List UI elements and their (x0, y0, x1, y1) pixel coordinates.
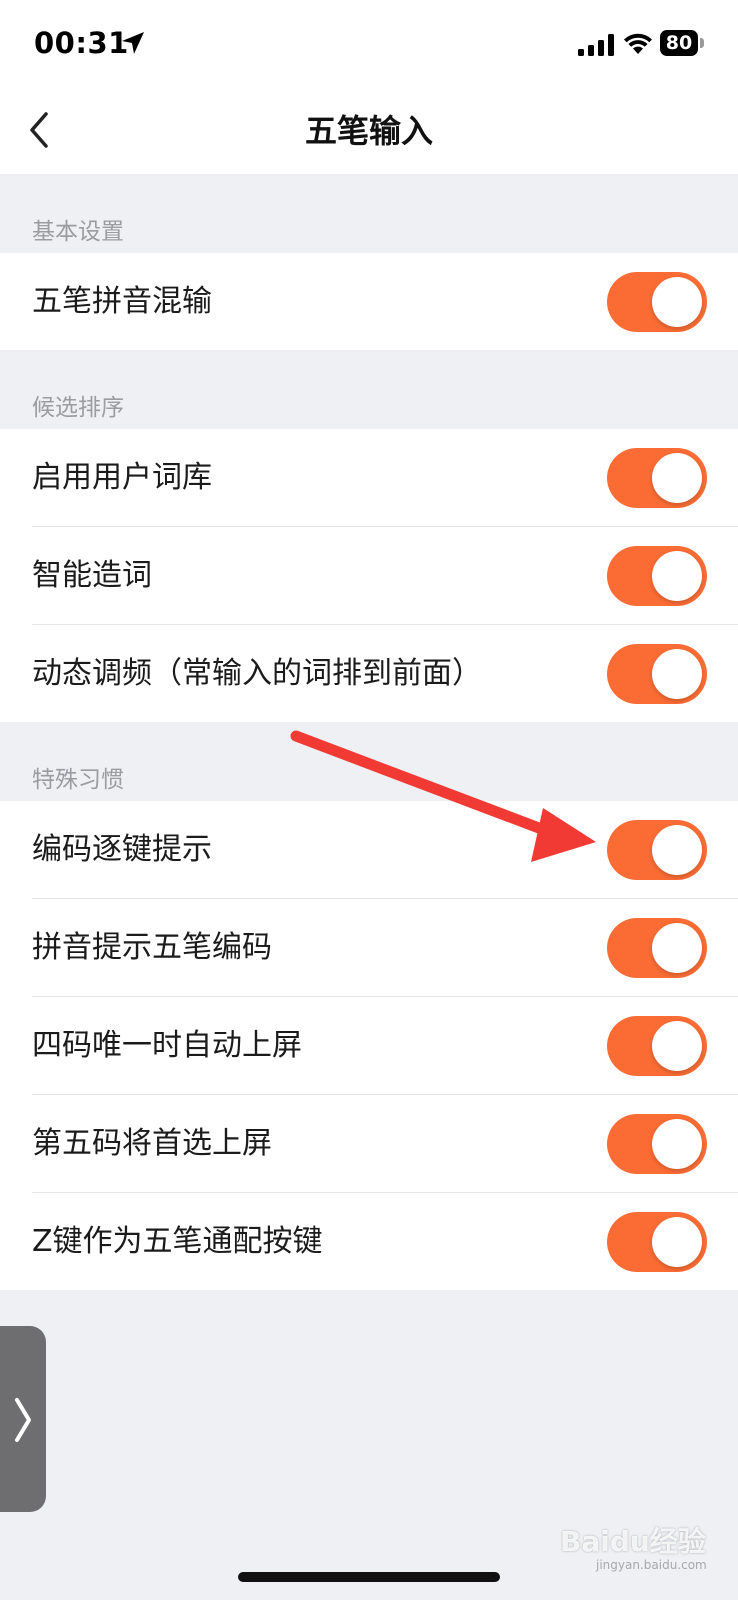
settings-list: 基本设置 五笔拼音混输 候选排序 启用用户词库 智能造词 动态调频（常输入的词排… (0, 174, 738, 1600)
setting-label: 动态调频（常输入的词排到前面） (32, 656, 482, 691)
setting-label: 拼音提示五笔编码 (32, 930, 272, 965)
fifth-code-commit-toggle[interactable] (607, 1114, 707, 1174)
battery-icon: 80 (660, 30, 704, 56)
setting-label: 编码逐键提示 (32, 832, 212, 867)
z-key-wildcard-toggle[interactable] (607, 1212, 707, 1272)
chevron-right-icon (15, 1398, 31, 1442)
setting-label: 启用用户词库 (32, 460, 212, 495)
section-basic: 五笔拼音混输 (0, 253, 738, 350)
dynamic-frequency-toggle[interactable] (607, 644, 707, 704)
section-title: 基本设置 (32, 219, 124, 245)
battery-level: 80 (665, 32, 693, 54)
section-header-candidate-order: 候选排序 (0, 350, 738, 429)
setting-row: Z键作为五笔通配按键 (32, 1192, 738, 1290)
section-candidate-order: 启用用户词库 智能造词 动态调频（常输入的词排到前面） (0, 429, 738, 722)
setting-row: 动态调频（常输入的词排到前面） (32, 624, 738, 722)
setting-label: Z键作为五笔通配按键 (32, 1224, 323, 1259)
code-keystroke-hint-toggle[interactable] (607, 820, 707, 880)
nav-bar: 五笔输入 (0, 88, 738, 174)
watermark-domain: jingyan.baidu.com (596, 1558, 707, 1572)
setting-row: 第五码将首选上屏 (32, 1094, 738, 1192)
cellular-signal-icon (578, 34, 614, 56)
section-title: 候选排序 (32, 395, 124, 421)
setting-row: 四码唯一时自动上屏 (32, 996, 738, 1094)
page-title: 五笔输入 (304, 112, 433, 150)
location-arrow-icon (122, 32, 144, 54)
wubi-pinyin-mixed-toggle[interactable] (607, 272, 707, 332)
setting-row: 编码逐键提示 (0, 801, 738, 898)
pinyin-hint-wubi-code-toggle[interactable] (607, 918, 707, 978)
side-drawer-handle[interactable] (0, 1326, 46, 1512)
setting-row: 启用用户词库 (0, 429, 738, 526)
section-header-basic: 基本设置 (0, 174, 738, 253)
setting-row: 五笔拼音混输 (0, 253, 738, 350)
section-header-special-habits: 特殊习惯 (0, 722, 738, 801)
user-dictionary-toggle[interactable] (607, 448, 707, 508)
chevron-left-icon[interactable] (24, 108, 54, 152)
setting-label: 四码唯一时自动上屏 (32, 1028, 302, 1063)
watermark-brand: Baidu经验 (560, 1525, 706, 1558)
setting-row: 智能造词 (32, 526, 738, 624)
auto-commit-unique-toggle[interactable] (607, 1016, 707, 1076)
smart-word-creation-toggle[interactable] (607, 546, 707, 606)
status-bar: 00:31 80 (0, 0, 738, 88)
home-indicator[interactable] (238, 1572, 500, 1582)
section-special-habits: 编码逐键提示 拼音提示五笔编码 四码唯一时自动上屏 第五码将首选上屏 Z键作为五… (0, 801, 738, 1290)
setting-row: 拼音提示五笔编码 (32, 898, 738, 996)
setting-label: 五笔拼音混输 (32, 284, 212, 319)
setting-label: 第五码将首选上屏 (32, 1126, 272, 1161)
setting-label: 智能造词 (32, 558, 152, 593)
status-time: 00:31 (34, 26, 129, 60)
section-title: 特殊习惯 (32, 767, 124, 793)
wifi-icon (624, 33, 652, 54)
